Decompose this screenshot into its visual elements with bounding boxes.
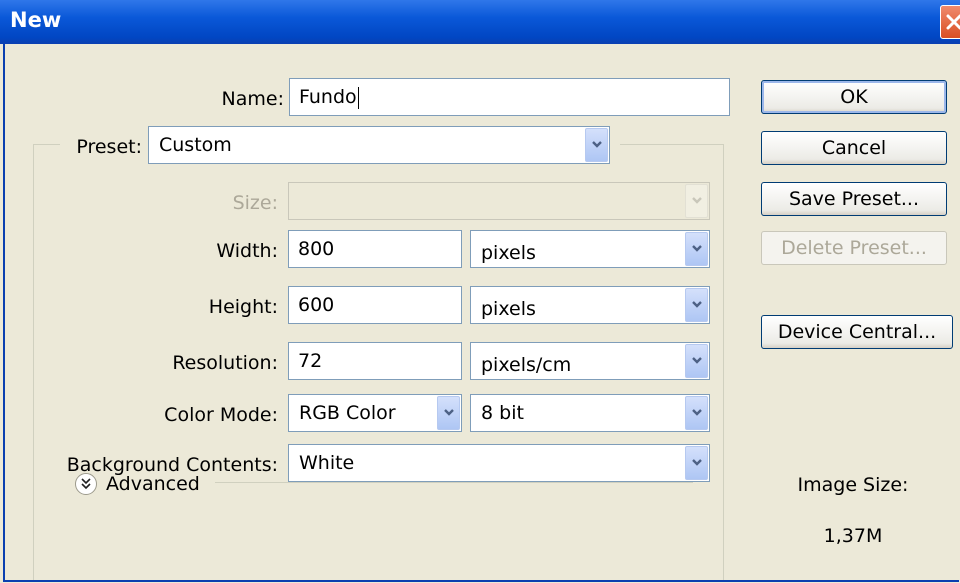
save-preset-button[interactable]: Save Preset... [761,182,947,216]
delete-preset-button: Delete Preset... [761,231,947,265]
width-value: 800 [298,238,335,260]
height-input[interactable]: 600 [288,286,462,324]
size-dropdown-button [685,184,708,218]
size-label: Size: [232,192,278,214]
color-mode-label: Color Mode: [164,404,278,426]
background-contents-select[interactable]: White [288,444,710,482]
cancel-button[interactable]: Cancel [761,131,947,165]
resolution-input[interactable]: 72 [288,342,462,380]
resolution-unit-dropdown-button[interactable] [685,344,708,378]
preset-dropdown-button[interactable] [585,128,608,162]
double-chevron-down-icon [81,478,91,490]
width-label: Width: [216,240,278,262]
chevron-down-icon [692,301,702,308]
ok-button[interactable]: OK [761,80,947,114]
preset-value: Custom [159,134,232,156]
advanced-separator [215,482,693,483]
image-size-value: 1,37M [823,525,883,547]
device-central-button[interactable]: Device Central... [761,315,953,349]
width-unit-select[interactable]: pixels [470,230,710,268]
chevron-down-icon [692,459,702,466]
group-border-left [33,144,34,580]
height-unit-dropdown-button[interactable] [685,288,708,322]
height-label: Height: [208,296,278,318]
name-label: Name: [221,88,284,110]
advanced-label[interactable]: Advanced [106,473,200,495]
new-document-dialog: New Name: Fundo Preset: Custom Size: Wid… [0,0,960,583]
size-select [288,182,710,220]
preset-select[interactable]: Custom [148,126,610,164]
preset-label: Preset: [76,136,142,158]
color-mode-value: RGB Color [299,402,396,424]
resolution-unit-select[interactable]: pixels/cm [470,342,710,380]
height-value: 600 [298,294,335,316]
background-contents-dropdown-button[interactable] [685,446,708,480]
dialog-title: New [10,8,62,32]
width-unit-dropdown-button[interactable] [685,232,708,266]
image-size-label: Image Size: [797,474,909,496]
width-unit-value: pixels [481,242,536,264]
group-border-right [723,144,724,580]
chevron-down-icon [692,197,702,204]
title-bar[interactable]: New [0,0,960,44]
group-border-top-right [620,144,723,145]
advanced-toggle-button[interactable] [75,473,97,495]
resolution-unit-value: pixels/cm [481,354,572,376]
height-unit-value: pixels [481,298,536,320]
background-contents-value: White [299,452,355,474]
bit-depth-select[interactable]: 8 bit [470,394,710,432]
chevron-down-icon [692,357,702,364]
height-unit-select[interactable]: pixels [470,286,710,324]
chevron-down-icon [692,409,702,416]
resolution-value: 72 [298,350,323,372]
text-caret [357,86,359,109]
chevron-down-icon [592,141,602,148]
chevron-down-icon [692,245,702,252]
color-mode-select[interactable]: RGB Color [288,394,462,432]
name-value: Fundo [299,86,357,108]
color-mode-dropdown-button[interactable] [437,396,460,430]
width-input[interactable]: 800 [288,230,462,268]
group-border-top-left [33,144,60,145]
bit-depth-value: 8 bit [481,402,524,424]
bit-depth-dropdown-button[interactable] [685,396,708,430]
name-input[interactable]: Fundo [289,78,730,116]
resolution-label: Resolution: [172,352,278,374]
chevron-down-icon [444,409,454,416]
close-button[interactable] [940,5,960,39]
close-icon [946,14,960,30]
